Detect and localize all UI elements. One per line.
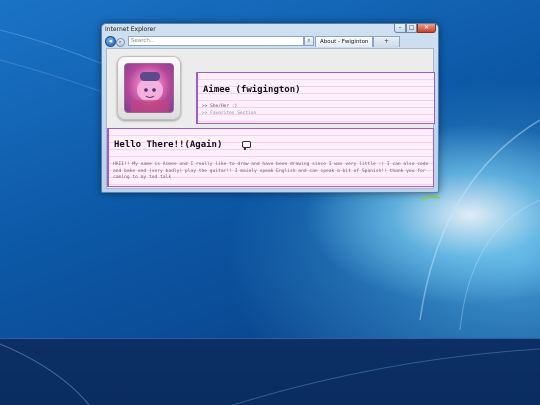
profile-name: Aimee (fwigington) <box>203 85 301 95</box>
maximize-icon: □ <box>408 24 415 31</box>
tab-about[interactable]: About - Fwiginton <box>315 36 373 47</box>
name-card: Aimee (fwigington) >> She/Her :) >> Favo… <box>196 72 435 124</box>
caption-buttons: – □ ✕ <box>394 24 436 34</box>
forward-icon: ▸ <box>119 39 122 45</box>
avatar-artwork <box>131 72 169 112</box>
search-icon: ⌕ <box>307 37 311 44</box>
lower-swoosh <box>0 343 540 405</box>
search-button[interactable]: ⌕ <box>304 36 314 46</box>
back-icon: ◂ <box>108 37 113 45</box>
pronouns-line: >> She/Her :) <box>202 104 238 109</box>
bio-heading: Hello There!!(Again) <box>114 140 223 150</box>
close-button[interactable]: ✕ <box>417 24 436 33</box>
minimize-icon: – <box>398 24 402 31</box>
address-search-input[interactable]: Search... <box>128 36 304 46</box>
forward-button[interactable]: ▸ <box>116 38 125 47</box>
profile-avatar <box>124 63 174 113</box>
new-tab-button[interactable]: + <box>373 36 400 47</box>
lower-desktop-band <box>0 338 540 405</box>
browser-window: Internet Explorer – □ ✕ ◂ ▸ Search... ⌕ … <box>101 23 439 193</box>
avatar-frame <box>117 56 181 120</box>
bio-card: Hello There!!(Again) HAII!! My name is A… <box>107 128 434 187</box>
minimize-button[interactable]: – <box>394 24 406 33</box>
navigation-bar: ◂ ▸ Search... ⌕ About - Fwiginton + <box>102 35 438 48</box>
close-icon: ✕ <box>423 24 430 31</box>
window-titlebar[interactable]: Internet Explorer – □ ✕ <box>102 24 438 35</box>
window-title: Internet Explorer <box>105 26 156 33</box>
maximize-button[interactable]: □ <box>406 24 417 33</box>
favorites-link[interactable]: >> Favorites Section <box>202 111 256 116</box>
chat-bubble-icon <box>242 141 251 150</box>
bio-text: HAII!! My name is Aimee and I really lik… <box>113 162 429 180</box>
back-button[interactable]: ◂ <box>105 36 116 47</box>
